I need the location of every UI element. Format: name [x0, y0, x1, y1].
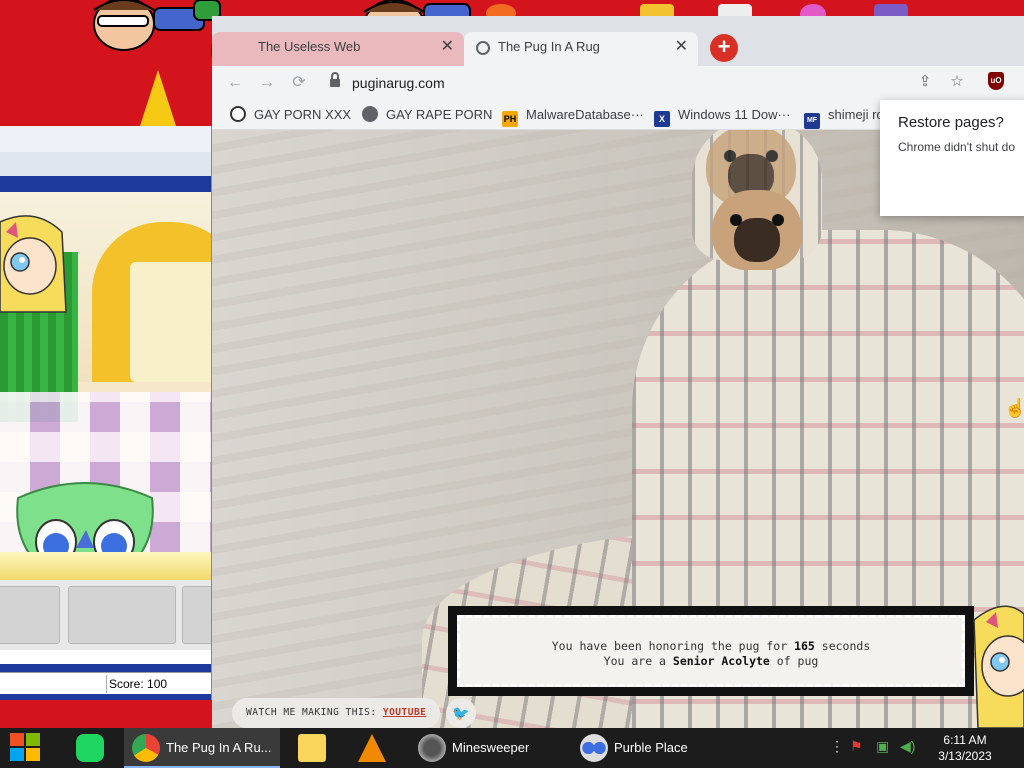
- rank-label: Senior Acolyte: [672, 654, 770, 668]
- restore-title: Restore pages?: [898, 114, 1004, 131]
- bookmark-item[interactable]: PH MalwareDatabase···: [502, 106, 644, 127]
- tab-title: The Pug In A Rug: [498, 39, 600, 54]
- bookmark-item[interactable]: X Windows 11 Dow···: [654, 106, 790, 127]
- back-button[interactable]: ←: [224, 72, 246, 94]
- purble-place-menu-area: [0, 152, 211, 176]
- seconds-count: 165: [794, 639, 815, 653]
- ublock-origin-icon[interactable]: uO: [988, 72, 1004, 90]
- clock-date: 3/13/2023: [938, 749, 992, 763]
- score-display: Score: 100: [106, 675, 210, 693]
- lock-icon[interactable]: [330, 72, 340, 87]
- restore-pages-popup[interactable]: Restore pages? Chrome didn't shut do: [880, 100, 1024, 216]
- share-icon[interactable]: ⇪: [916, 73, 934, 91]
- ph-icon: PH: [502, 111, 518, 127]
- purble-place-panels: [0, 580, 211, 650]
- bookmark-item[interactable]: GAY PORN XXX: [230, 106, 351, 124]
- browser-toolbar: ← → ⟳ puginarug.com ⇪ ☆ uO: [212, 66, 1024, 100]
- taskbar-pinned-app[interactable]: [68, 728, 112, 768]
- network-icon[interactable]: ▣: [876, 738, 889, 755]
- panel-slot[interactable]: [0, 586, 60, 644]
- volume-icon[interactable]: ◀): [900, 738, 915, 755]
- taskbar-app-explorer[interactable]: [290, 728, 340, 768]
- github-icon: [230, 106, 246, 122]
- cartoon-head-sticker[interactable]: [84, 0, 224, 60]
- purble-place-scene[interactable]: [0, 192, 211, 552]
- close-tab-icon[interactable]: ✕: [675, 32, 688, 62]
- purble-place-icon: [580, 734, 608, 762]
- x-icon: X: [654, 111, 670, 127]
- tab-strip: The Useless Web ✕ The Pug In A Rug ✕ +: [212, 16, 1024, 66]
- watch-me-banner: WATCH ME MAKING THIS: YOUTUBE: [232, 698, 441, 728]
- honor-counter-box: You have been honoring the pug for 165 s…: [448, 606, 974, 696]
- taskbar: The Pug In A Ru... Minesweeper Purble Pl…: [0, 728, 1024, 768]
- chrome-window[interactable]: The Useless Web ✕ The Pug In A Rug ✕ + ←…: [212, 16, 1024, 728]
- close-tab-icon[interactable]: ✕: [441, 32, 454, 62]
- chrome-icon: [132, 734, 160, 762]
- file-explorer-icon: [298, 734, 326, 762]
- start-button[interactable]: [10, 733, 42, 763]
- mf-icon: MF: [804, 113, 820, 129]
- purble-place-top-band: [0, 176, 211, 192]
- flag-icon[interactable]: ⚑: [850, 738, 863, 755]
- bookmark-star-icon[interactable]: ☆: [948, 73, 966, 91]
- youtube-link[interactable]: YOUTUBE: [383, 707, 427, 718]
- system-clock[interactable]: 6:11 AM 3/13/2023: [930, 732, 1000, 764]
- url-text[interactable]: puginarug.com: [352, 69, 445, 97]
- star-butterfly-character[interactable]: [0, 212, 70, 322]
- restore-message: Chrome didn't shut do: [898, 140, 1016, 154]
- purble-place-counter: [0, 552, 211, 580]
- taskbar-app-minesweeper[interactable]: Minesweeper: [410, 728, 560, 768]
- panel-slot[interactable]: [182, 586, 211, 644]
- star-butterfly-sticker[interactable]: [964, 600, 1024, 728]
- panel-slot[interactable]: [68, 586, 176, 644]
- green-chat-icon: [76, 734, 104, 762]
- vlc-icon: [358, 734, 386, 762]
- desktop-wallpaper-triangle: [140, 70, 176, 126]
- reload-button[interactable]: ⟳: [288, 72, 310, 94]
- taskbar-app-chrome[interactable]: The Pug In A Ru...: [124, 728, 280, 768]
- taskbar-app-vlc[interactable]: [350, 728, 400, 768]
- clock-time: 6:11 AM: [943, 733, 987, 747]
- tab-pug-in-a-rug[interactable]: The Pug In A Rug ✕: [464, 32, 698, 66]
- taskbar-app-purble-place[interactable]: Purble Place: [572, 728, 722, 768]
- tab-title: The Useless Web: [258, 39, 361, 54]
- minesweeper-icon: [418, 734, 446, 762]
- scene-window: [130, 262, 211, 382]
- forward-button[interactable]: →: [256, 72, 278, 94]
- windows-logo-icon: [10, 733, 24, 746]
- page-content[interactable]: You have been honoring the pug for 165 s…: [212, 130, 1024, 728]
- twitter-icon[interactable]: 🐦: [446, 698, 476, 728]
- globe-icon: [476, 41, 490, 55]
- new-tab-button[interactable]: +: [710, 34, 738, 62]
- tab-useless-web[interactable]: The Useless Web ✕: [212, 32, 464, 66]
- purble-place-window[interactable]: Score: 100: [0, 126, 212, 700]
- purble-character[interactable]: [10, 478, 160, 552]
- bookmark-item[interactable]: GAY RAPE PORN: [362, 106, 492, 124]
- globe-icon: [362, 106, 378, 122]
- overflow-menu-icon[interactable]: ⋮: [830, 738, 844, 755]
- hand-cursor-icon: ☝: [1004, 398, 1024, 418]
- pug-face[interactable]: [712, 190, 802, 270]
- honor-counter-text: You have been honoring the pug for 165 s…: [551, 639, 871, 668]
- bookmark-item[interactable]: MF shimeji ro: [804, 106, 884, 129]
